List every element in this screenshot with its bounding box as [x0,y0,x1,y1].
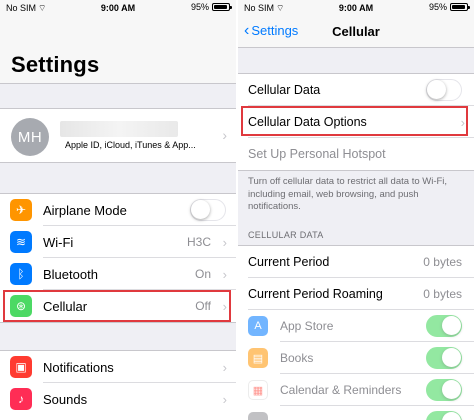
row-label: Calendar & Reminders [280,383,402,397]
page-title: Settings [11,52,100,77]
airplane-mode-row[interactable]: ✈ Airplane Mode [0,194,236,226]
status-bar: No SIM ⌔ 9:00 AM 95% [238,0,474,16]
app-row-calendar: ▦ Calendar & Reminders [238,374,474,406]
row-label: Sounds [43,391,88,407]
battery-indicator: 95% [429,2,470,12]
notifications-group: ▣ Notifications › ♪ Sounds › [0,350,236,420]
app-store-toggle[interactable] [426,315,462,337]
options-highlight-box [241,106,468,136]
header: Settings [0,16,236,84]
row-value: 0 bytes [423,255,462,269]
row-value: 0 bytes [423,287,462,301]
settings-screen: No SIM ⌔ 9:00 AM 95% Settings MH Apple ID… [0,0,236,420]
bluetooth-icon: ᛒ [10,263,32,285]
profile-subtitle: Apple ID, iCloud, iTunes & App... [65,140,196,150]
avatar: MH [11,118,49,156]
chevron-right-icon: › [222,266,227,282]
chevron-right-icon: › [222,391,227,407]
cellular-highlight-box [3,290,231,322]
battery-icon [450,3,470,11]
bluetooth-row[interactable]: ᛒ Bluetooth On › [0,258,236,290]
row-value: On [194,267,211,281]
app-row-books: ▤ Books [238,342,474,374]
row-label: Set Up Personal Hotspot [248,147,386,161]
app-toggle[interactable] [426,411,462,420]
chevron-right-icon: › [222,234,227,250]
row-label: Bluetooth [43,266,98,282]
current-period-row: Current Period 0 bytes [238,246,474,278]
row-label: App Store [280,319,334,333]
airplane-mode-toggle[interactable] [190,199,226,221]
app-icon [248,412,268,420]
redacted-name [60,121,178,137]
wifi-row[interactable]: ≋ Wi-Fi H3C › [0,226,236,258]
wifi-icon: ≋ [10,231,32,253]
nav-title: Cellular [332,24,380,39]
row-label: Cellular Data [248,83,321,97]
row-label: Notifications [43,359,114,375]
current-period-roaming-row: Current Period Roaming 0 bytes [238,278,474,310]
calendar-icon: ▦ [248,380,268,400]
chevron-right-icon: › [222,127,227,143]
airplane-icon: ✈ [10,199,32,221]
notifications-icon: ▣ [10,356,32,378]
personal-hotspot-row[interactable]: Set Up Personal Hotspot [238,138,474,170]
row-label: Airplane Mode [43,202,127,218]
cellular-screen: No SIM ⌔ 9:00 AM 95% ‹ Settings Cellular … [238,0,474,420]
cellular-data-row: Cellular Data [238,74,474,106]
navigation-bar: ‹ Settings Cellular [238,16,474,48]
sounds-icon: ♪ [10,388,32,410]
notifications-row[interactable]: ▣ Notifications › [0,351,236,383]
chevron-right-icon: › [222,359,227,375]
row-label: Books [280,351,314,365]
row-label: Current Period [248,255,330,269]
status-bar: No SIM ⌔ 9:00 AM 95% [0,0,236,16]
row-label: Current Period Roaming [248,287,383,301]
row-value: H3C [186,235,211,249]
sounds-row[interactable]: ♪ Sounds › [0,383,236,415]
books-icon: ▤ [248,348,268,368]
row-label: Wi-Fi [43,234,74,250]
app-row-app-store: A App Store [238,310,474,342]
cellular-footer-note: Turn off cellular data to restrict all d… [248,176,448,212]
usage-group: Current Period 0 bytes Current Period Ro… [238,245,474,420]
apple-id-row[interactable]: MH Apple ID, iCloud, iTunes & App... › [0,108,236,163]
battery-indicator: 95% [191,2,232,12]
section-header: CELLULAR DATA [248,230,324,240]
app-store-icon: A [248,316,268,336]
calendar-toggle[interactable] [426,379,462,401]
battery-icon [212,3,232,11]
app-row-partial [238,406,474,420]
books-toggle[interactable] [426,347,462,369]
cellular-data-toggle[interactable] [426,79,462,101]
